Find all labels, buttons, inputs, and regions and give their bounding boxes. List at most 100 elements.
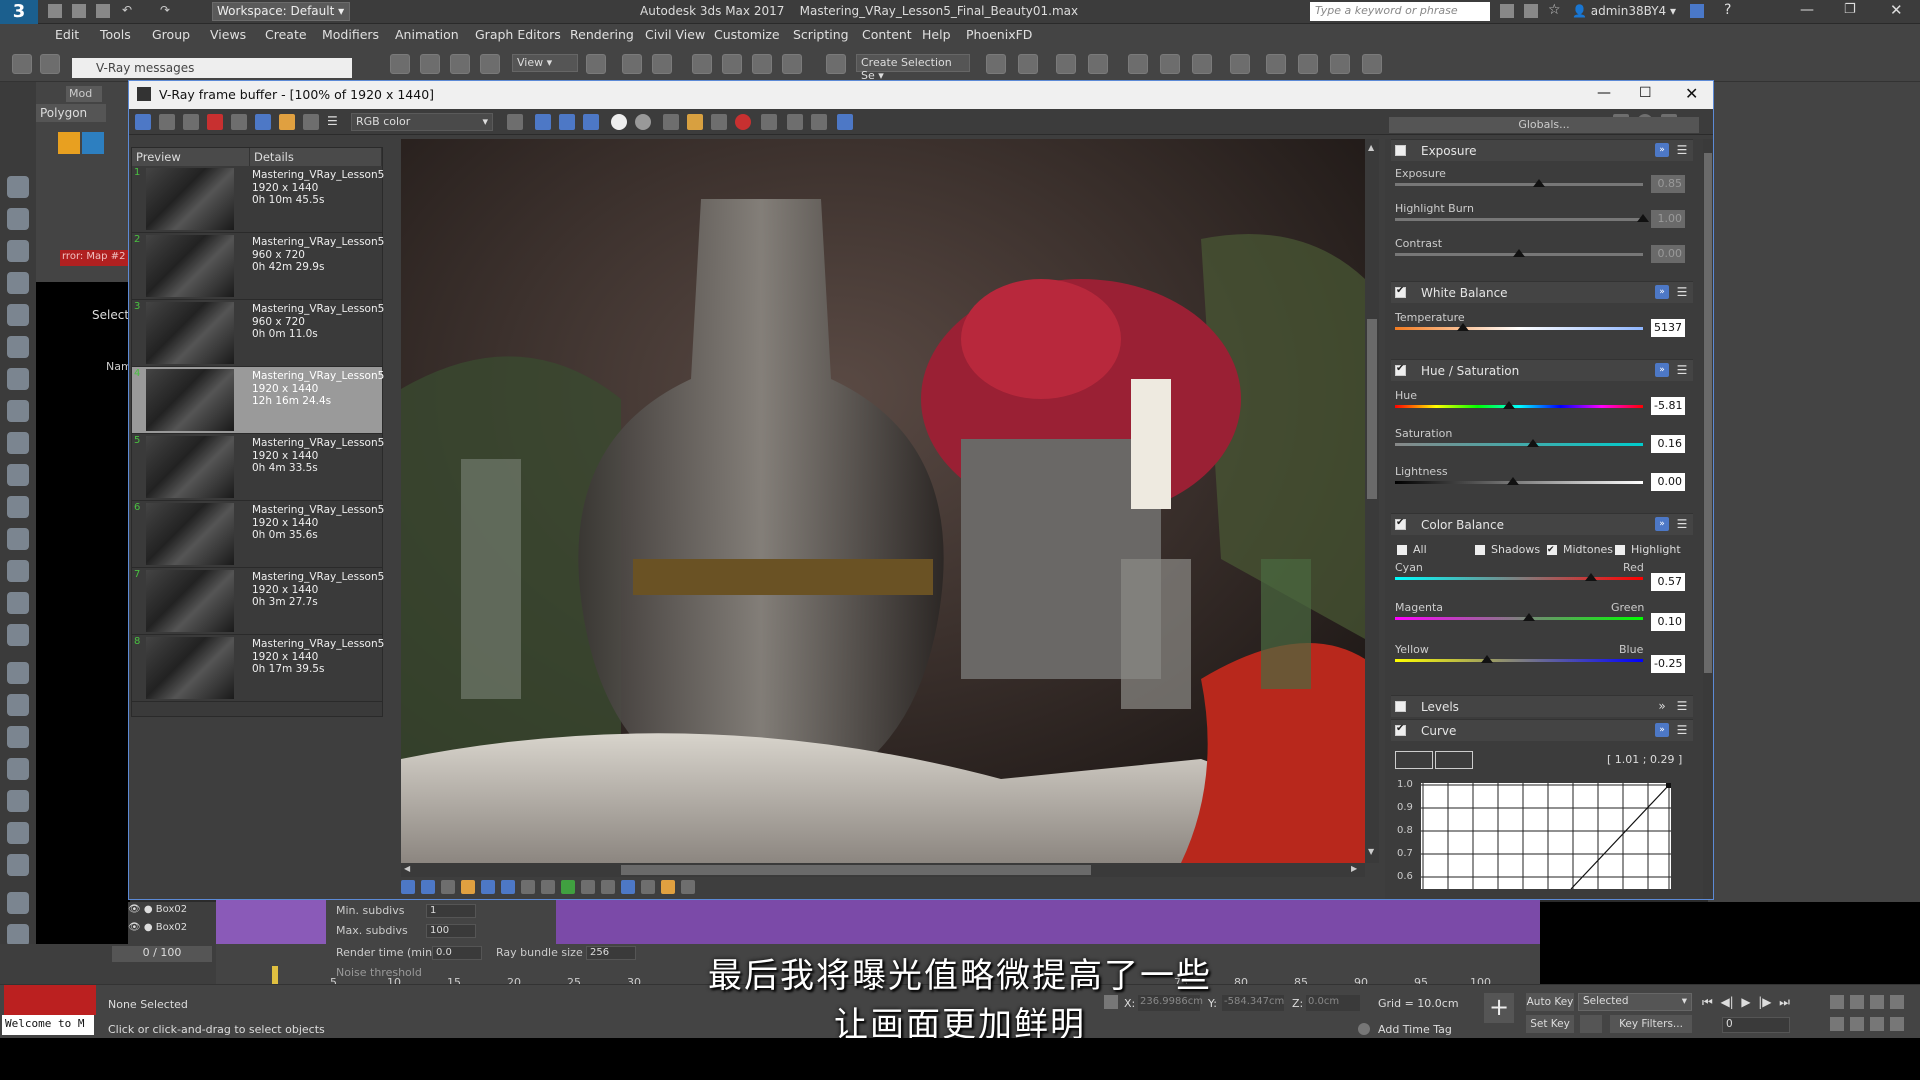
- render-image[interactable]: [401, 139, 1365, 863]
- levels-menu-icon[interactable]: ☰: [1675, 699, 1689, 713]
- curve-preset-2-button[interactable]: [1435, 751, 1473, 769]
- plane-icon[interactable]: [7, 432, 29, 454]
- new-file-icon[interactable]: [48, 4, 62, 18]
- vfb-titlebar[interactable]: V-Ray frame buffer - [100% of 1920 x 144…: [129, 81, 1713, 109]
- layers-icon[interactable]: [7, 924, 29, 946]
- restore-button[interactable]: ❐: [1844, 2, 1856, 17]
- menu-create[interactable]: Create: [265, 27, 307, 42]
- curve-section-header[interactable]: Curve » ☰: [1391, 719, 1693, 741]
- curve-editor-icon[interactable]: [1160, 54, 1180, 74]
- exposure-value[interactable]: 0.85: [1651, 175, 1685, 193]
- spacewarp-icon[interactable]: [7, 400, 29, 422]
- move-icon[interactable]: [390, 54, 410, 74]
- bottom-tool-9-icon[interactable]: [561, 880, 575, 894]
- saturation-value[interactable]: 0.16: [1651, 435, 1685, 453]
- stop-render-icon[interactable]: [735, 114, 751, 130]
- menu-edit[interactable]: Edit: [55, 27, 79, 42]
- spinner-snap-icon[interactable]: [782, 54, 802, 74]
- compare-icon[interactable]: [303, 114, 319, 130]
- render-production-icon[interactable]: [1330, 54, 1350, 74]
- scene-explorer-icon[interactable]: [1056, 54, 1076, 74]
- polygon-modeling-icon[interactable]: [58, 132, 80, 154]
- white-balance-section-header[interactable]: White Balance » ☰: [1391, 281, 1693, 303]
- cone-light-icon[interactable]: [7, 560, 29, 582]
- scroll-right-arrow-icon[interactable]: ▶: [1351, 864, 1357, 873]
- character-icon[interactable]: [7, 726, 29, 748]
- teapot-render-icon[interactable]: [811, 114, 827, 130]
- curve-checkbox[interactable]: [1395, 723, 1406, 736]
- bottom-tool-13-icon[interactable]: [641, 880, 655, 894]
- select-label[interactable]: Select: [92, 308, 129, 322]
- save-all-icon[interactable]: [183, 114, 199, 130]
- percent-snap-icon[interactable]: [752, 54, 772, 74]
- yellow-blue-slider[interactable]: [1395, 659, 1643, 662]
- helper-icon[interactable]: [7, 368, 29, 390]
- select-manipulate-icon[interactable]: [622, 54, 642, 74]
- levels-checkbox[interactable]: [1395, 701, 1406, 712]
- hue-saturation-collapse-icon[interactable]: »: [1655, 363, 1669, 377]
- modify-tab[interactable]: Mod: [66, 86, 102, 102]
- track-mouse-icon[interactable]: [787, 114, 803, 130]
- angle-snap-icon[interactable]: [722, 54, 742, 74]
- cc-scrollbar[interactable]: [1703, 139, 1713, 899]
- levels-section-header[interactable]: Levels » ☰: [1391, 695, 1693, 717]
- white-balance-menu-icon[interactable]: ☰: [1675, 285, 1689, 299]
- delete-image-icon[interactable]: [711, 114, 727, 130]
- region-render-icon[interactable]: [761, 114, 777, 130]
- all-checkbox[interactable]: [1397, 545, 1407, 555]
- menu-help[interactable]: Help: [922, 27, 951, 42]
- save-file-icon[interactable]: [96, 4, 110, 18]
- menu-scripting[interactable]: Scripting: [793, 27, 849, 42]
- minimize-button[interactable]: —: [1800, 2, 1814, 18]
- hue-saturation-section-header[interactable]: Hue / Saturation » ☰: [1391, 359, 1693, 381]
- yellow-blue-handle[interactable]: [1481, 655, 1493, 663]
- yellow-blue-value[interactable]: -0.25: [1651, 655, 1685, 673]
- undo-toolbar-icon[interactable]: [12, 54, 32, 74]
- bottom-tool-7-icon[interactable]: [521, 880, 535, 894]
- load-image-icon[interactable]: [687, 114, 703, 130]
- exposure-menu-icon[interactable]: ☰: [1675, 143, 1689, 157]
- history-item[interactable]: 1 Mastering_VRay_Lesson5 1920 x 1440 0h 10m…: [132, 166, 384, 233]
- camera-icon[interactable]: [7, 336, 29, 358]
- fur-icon[interactable]: [7, 528, 29, 550]
- render-vertical-scrollbar[interactable]: ▲ ▼: [1365, 139, 1379, 863]
- bottom-tool-3-icon[interactable]: [441, 880, 455, 894]
- user-account[interactable]: 👤 admin38BY4 ▾: [1572, 4, 1676, 18]
- shadows-checkbox[interactable]: [1475, 545, 1485, 555]
- menu-customize[interactable]: Customize: [714, 27, 780, 42]
- mirror-icon[interactable]: [986, 54, 1006, 74]
- ribbon-icon[interactable]: [1128, 54, 1148, 74]
- magenta-green-value[interactable]: 0.10: [1651, 613, 1685, 631]
- search-input[interactable]: Type a keyword or phrase: [1310, 2, 1490, 21]
- cc-scroll-thumb[interactable]: [1704, 153, 1712, 673]
- hue-slider[interactable]: [1395, 405, 1643, 408]
- lightness-slider[interactable]: [1395, 481, 1643, 484]
- color-balance-collapse-icon[interactable]: »: [1655, 517, 1669, 531]
- modify-panel-icon[interactable]: [7, 208, 29, 230]
- white-balance-checkbox[interactable]: [1395, 285, 1406, 298]
- temperature-value[interactable]: 5137: [1651, 319, 1685, 337]
- scroll-up-arrow-icon[interactable]: ▲: [1368, 143, 1374, 152]
- binoculars-icon[interactable]: [1500, 4, 1514, 18]
- alpha-channel-icon[interactable]: [611, 114, 627, 130]
- lens-effects-icon[interactable]: [507, 114, 523, 130]
- white-balance-collapse-icon[interactable]: »: [1655, 285, 1669, 299]
- mono-channel-icon[interactable]: [635, 114, 651, 130]
- exposure-slider[interactable]: [1395, 183, 1643, 186]
- menu-animation[interactable]: Animation: [395, 27, 459, 42]
- history-details-header[interactable]: Details: [250, 148, 382, 166]
- star-icon[interactable]: ☆: [1548, 2, 1561, 18]
- hue-value[interactable]: -5.81: [1651, 397, 1685, 415]
- red-channel-icon[interactable]: [535, 114, 551, 130]
- selection-set-dropdown[interactable]: Create Selection Se ▾: [856, 54, 970, 82]
- menu-content[interactable]: Content: [862, 27, 912, 42]
- min-subdivs-field[interactable]: 1: [426, 904, 476, 918]
- curve-graph[interactable]: [1421, 783, 1671, 889]
- saturation-slider[interactable]: [1395, 443, 1643, 446]
- bottom-tool-1-icon[interactable]: [401, 880, 415, 894]
- highlight-burn-value[interactable]: 1.00: [1651, 210, 1685, 228]
- magenta-green-handle[interactable]: [1523, 613, 1535, 621]
- history-item[interactable]: 2 Mastering_VRay_Lesson5 960 x 720 0h 42m 2…: [132, 233, 384, 300]
- exposure-section-header[interactable]: Exposure » ☰: [1391, 139, 1693, 161]
- bottom-tool-12-icon[interactable]: [621, 880, 635, 894]
